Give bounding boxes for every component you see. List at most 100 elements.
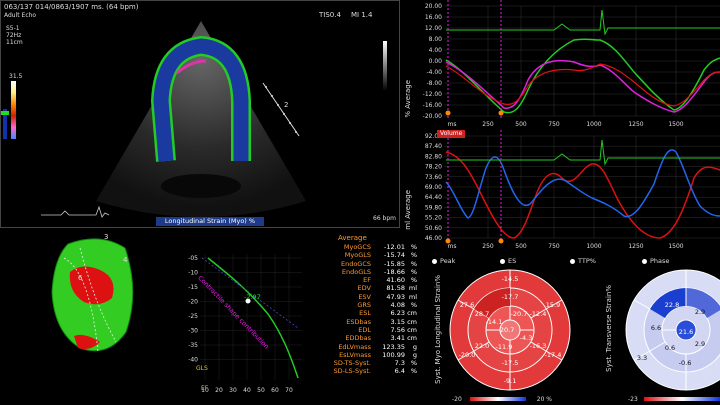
metrics-value: 100.99 <box>382 350 405 359</box>
x-tick-label: 1500 <box>668 243 683 250</box>
gls-ef-curve <box>207 257 299 379</box>
lv-3d-model[interactable] <box>40 232 145 362</box>
legend-phase[interactable]: Phase <box>642 257 669 265</box>
scale-min: -20 <box>452 395 462 403</box>
metrics-value: 41.60 <box>386 276 405 285</box>
scale-gradient <box>470 397 526 401</box>
metrics-row: EsLVmass 100.99 g <box>320 351 420 359</box>
metrics-value: 47.93 <box>386 292 405 301</box>
x-tick-label: 250 <box>482 121 494 128</box>
metrics-value: 123.35 <box>382 342 405 351</box>
segment-value: -14.1 <box>486 318 503 326</box>
y-tick-label: 0.00 <box>429 58 443 65</box>
metrics-key: ESL <box>359 309 371 318</box>
x-tick-label: ms <box>448 121 457 128</box>
x-tick-label: 60 <box>271 387 279 394</box>
segment-value: -17.7 <box>502 293 519 301</box>
x-tick-label: 1000 <box>586 243 601 250</box>
strain-curve-chart[interactable]: 20.00 16.00 12.00 8.00 4.00 0.00 -4.00 -8.00 -12… <box>404 0 720 130</box>
segment-value: 22.8 <box>665 301 679 309</box>
segment-value: -16.3 <box>530 342 547 350</box>
metrics-value: 6.4 <box>394 367 405 376</box>
metrics-unit: % <box>410 243 417 251</box>
legend-peak[interactable]: Peak <box>432 257 455 265</box>
y-tick-label: -16.00 <box>423 102 443 109</box>
legend-ttp[interactable]: TTP% <box>570 257 596 265</box>
ef-axis-label: EF <box>201 385 209 392</box>
segment-value: -11.9 <box>496 343 513 351</box>
segment-value: 0.6 <box>665 344 675 352</box>
segment-value: 2.9 <box>695 308 705 316</box>
model-label-3: 3 <box>104 233 109 241</box>
scale2-gradient <box>644 397 720 401</box>
bullseye-transverse[interactable]: 22.821.62.96.62.90.6-0.63.3 <box>618 268 720 396</box>
metrics-value: -18.66 <box>384 267 405 276</box>
y-tick-label: 4.00 <box>429 47 443 54</box>
metrics-table: Average MyoGCS -12.01% MyoGLS -15.74% EndoGC… <box>320 234 420 376</box>
y-tick-label: 46.00 <box>425 235 442 242</box>
metrics-value: -12.01 <box>384 243 405 251</box>
metrics-row: EdLVmass 123.35 g <box>320 343 420 351</box>
y-tick-label: 82.80 <box>425 153 442 160</box>
metrics-unit: % <box>410 359 417 368</box>
metrics-value: 7.56 <box>390 325 405 334</box>
gls-axis-label: GLS <box>196 365 208 372</box>
y-tick-label: -40 <box>188 357 198 364</box>
metrics-value: -15.74 <box>384 251 405 260</box>
x-tick-label: 250 <box>482 243 494 250</box>
y-tick-label: 64.40 <box>425 194 442 201</box>
echo-viewer[interactable]: 063/137 014/0863/1907 ms. (64 bpm) Adult… <box>0 0 400 228</box>
x-tick-label: 70 <box>285 387 293 394</box>
bullseye-longitudinal[interactable]: -14.5 15.9 -17.4 -9.1 -20.0 27.6 -17.7 -12.4 -16… <box>444 268 574 396</box>
x-tick-label: 1250 <box>628 121 643 128</box>
y-tick-label: 50.60 <box>425 225 442 232</box>
metrics-row: MyoGCS -12.01% <box>320 243 420 251</box>
scale-max: 20 % <box>536 395 552 403</box>
metrics-row: EF 41.60% <box>320 276 420 284</box>
metrics-key: EdLVmass <box>338 342 371 351</box>
y-tick-label: 73.60 <box>425 174 442 181</box>
y-tick-label: -35 <box>188 342 198 349</box>
gls-ef-plot[interactable]: -05 -10 -15 -20 -25 -30 -35 -40 10 20 30 40 50 60 70 … <box>178 244 303 394</box>
metrics-key: MyoGLS <box>344 251 371 260</box>
heart-rate: 66 bpm <box>373 215 397 222</box>
bullseye1-scale: -20 20 % <box>452 395 552 403</box>
metrics-unit: ml <box>408 292 417 301</box>
y-tick-label: 8.00 <box>429 36 443 43</box>
legend-es[interactable]: ES <box>500 257 516 265</box>
y-tick-label: 12.00 <box>425 25 442 32</box>
volume-tag[interactable]: Volume <box>437 130 466 138</box>
segment-value: -9.1 <box>504 377 517 385</box>
metrics-unit: cm <box>407 325 417 334</box>
metrics-unit: g <box>412 350 417 359</box>
x-tick-label: 30 <box>229 387 237 394</box>
metrics-row: SD-LS-Syst. 6.4% <box>320 367 420 375</box>
metrics-row: EDL 7.56 cm <box>320 326 420 334</box>
segment-value: 6.6 <box>651 324 661 332</box>
metrics-value: 6.23 <box>390 309 405 318</box>
y-tick-label: -12.00 <box>423 91 443 98</box>
metrics-row: SD-TS-Syst. 7.3% <box>320 359 420 367</box>
y-tick-label: 55.20 <box>425 215 442 222</box>
x-tick-label: 500 <box>515 243 527 250</box>
y-tick-label: 59.80 <box>425 204 442 211</box>
metrics-unit: % <box>410 267 417 276</box>
segment-value: 3.3 <box>637 354 647 362</box>
metrics-key: GRS <box>357 301 371 310</box>
metrics-key: EDL <box>358 325 371 334</box>
metrics-row: EDV 81.58 ml <box>320 284 420 292</box>
metrics-row: EndoGCS -15.85% <box>320 260 420 268</box>
metrics-unit: % <box>410 251 417 260</box>
y-tick-label: 87.40 <box>425 143 442 150</box>
strain-curve-svg: 20.00 16.00 12.00 8.00 4.00 0.00 -4.00 -8.00 -12… <box>423 0 720 128</box>
x-tick-label: 1500 <box>668 121 683 128</box>
metrics-row: EDDbas 3.41 cm <box>320 334 420 342</box>
segment-value: 2.9 <box>695 340 705 348</box>
y-tick-label: 16.00 <box>425 14 442 21</box>
metrics-row: MyoGLS -15.74% <box>320 251 420 259</box>
ecg-trace-bottom <box>446 139 720 166</box>
volume-curve-chart[interactable]: 92.00 87.40 82.80 78.20 73.60 69.00 64.40 59.80… <box>404 130 720 252</box>
segment-value: -14.5 <box>502 275 519 283</box>
metrics-unit: cm <box>407 309 417 318</box>
metrics-row: ESV 47.93 ml <box>320 293 420 301</box>
